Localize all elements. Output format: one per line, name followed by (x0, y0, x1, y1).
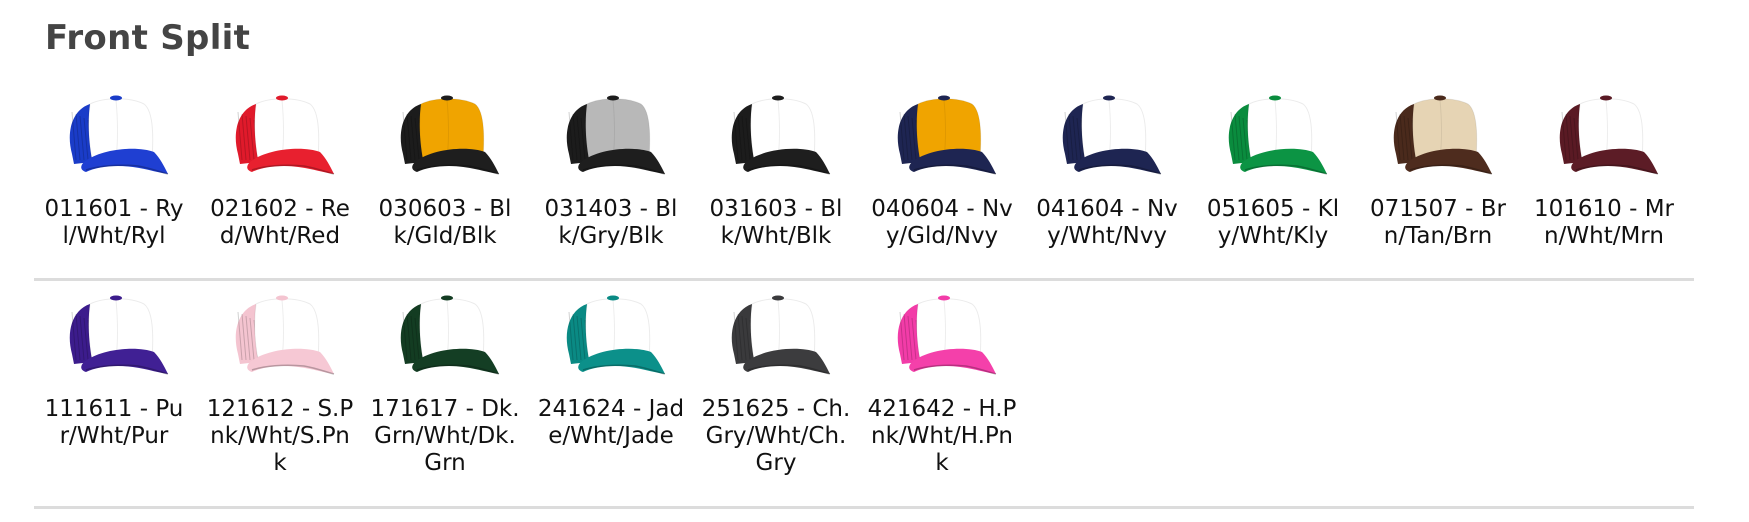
color-swatch[interactable]: 051605 - Kly/Wht/Kly (1193, 92, 1353, 250)
swatch-label: 121612 - S.Pnk/Wht/S.Pnk (206, 396, 354, 476)
cap-image (897, 295, 997, 375)
cap-image (1559, 95, 1659, 175)
swatch-label: 051605 - Kly/Wht/Kly (1206, 196, 1340, 249)
cap-image (400, 95, 500, 175)
color-swatch[interactable]: 041604 - Nvy/Wht/Nvy (1027, 92, 1187, 250)
color-swatch[interactable]: 031603 - Blk/Wht/Blk (696, 92, 856, 250)
cap-image (235, 95, 335, 175)
color-swatch[interactable]: 040604 - Nvy/Gld/Nvy (862, 92, 1022, 250)
swatch-label: 011601 - Ryl/Wht/Ryl (44, 196, 184, 249)
cap-image (897, 95, 997, 175)
swatch-label: 171617 - Dk.Grn/Wht/Dk.Grn (370, 396, 520, 476)
color-swatch[interactable]: 030603 - Blk/Gld/Blk (365, 92, 525, 250)
section-title: Front Split (45, 18, 251, 58)
swatch-label: 101610 - Mrn/Wht/Mrn (1533, 196, 1675, 249)
color-swatch[interactable]: 111611 - Pur/Wht/Pur (34, 292, 194, 450)
cap-image (1228, 95, 1328, 175)
swatch-label: 251625 - Ch.Gry/Wht/Ch.Gry (701, 396, 851, 476)
swatch-label: 031603 - Blk/Wht/Blk (709, 196, 843, 249)
cap-image (566, 95, 666, 175)
cap-image (731, 295, 831, 375)
color-swatch[interactable]: 171617 - Dk.Grn/Wht/Dk.Grn (365, 292, 525, 477)
cap-image (400, 295, 500, 375)
swatch-label: 241624 - Jade/Wht/Jade (537, 396, 685, 449)
color-swatch[interactable]: 011601 - Ryl/Wht/Ryl (34, 92, 194, 250)
cap-image (566, 295, 666, 375)
swatch-row: 111611 - Pur/Wht/Pur 121612 - S.Pnk/Wht/S… (34, 292, 1694, 492)
swatch-label: 041604 - Nvy/Wht/Nvy (1036, 196, 1178, 249)
swatch-label: 111611 - Pur/Wht/Pur (44, 396, 184, 449)
color-swatch[interactable]: 101610 - Mrn/Wht/Mrn (1524, 92, 1684, 250)
color-swatch[interactable]: 021602 - Red/Wht/Red (200, 92, 360, 250)
swatch-row: 011601 - Ryl/Wht/Ryl 021602 - Red/Wht/Red… (34, 92, 1694, 292)
swatch-label: 071507 - Brn/Tan/Brn (1370, 196, 1506, 249)
swatch-label: 030603 - Blk/Gld/Blk (378, 196, 512, 249)
color-swatch[interactable]: 031403 - Blk/Gry/Blk (531, 92, 691, 250)
cap-image (1062, 95, 1162, 175)
color-swatch[interactable]: 251625 - Ch.Gry/Wht/Ch.Gry (696, 292, 856, 477)
color-swatch[interactable]: 421642 - H.Pnk/Wht/H.Pnk (862, 292, 1022, 477)
swatch-label: 021602 - Red/Wht/Red (210, 196, 350, 249)
row-divider (34, 506, 1694, 509)
row-divider (34, 278, 1694, 281)
cap-image (235, 295, 335, 375)
color-swatch[interactable]: 241624 - Jade/Wht/Jade (531, 292, 691, 450)
color-swatch[interactable]: 121612 - S.Pnk/Wht/S.Pnk (200, 292, 360, 477)
swatch-label: 040604 - Nvy/Gld/Nvy (871, 196, 1013, 249)
cap-image (69, 95, 169, 175)
swatch-label: 421642 - H.Pnk/Wht/H.Pnk (867, 396, 1017, 476)
color-swatch[interactable]: 071507 - Brn/Tan/Brn (1358, 92, 1518, 250)
swatch-label: 031403 - Blk/Gry/Blk (544, 196, 678, 249)
cap-image (1393, 95, 1493, 175)
cap-image (69, 295, 169, 375)
cap-image (731, 95, 831, 175)
